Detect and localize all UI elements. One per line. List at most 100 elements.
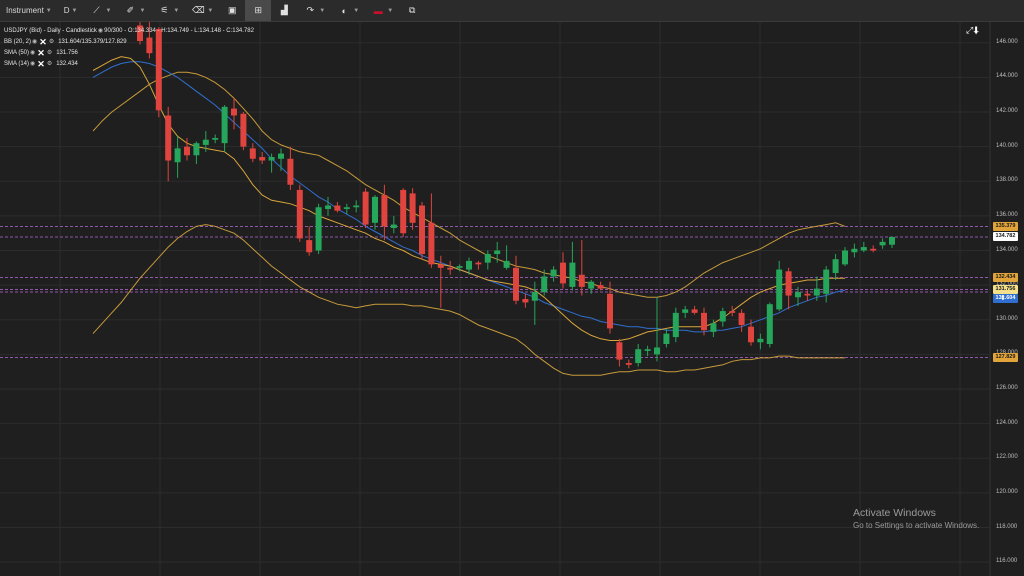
candle-body <box>569 262 576 287</box>
candle-body <box>343 207 350 209</box>
chart-area[interactable] <box>0 22 1024 576</box>
candle-body <box>400 189 407 234</box>
price-tag: 127.829 <box>993 352 1018 362</box>
price-axis-label: 126.000 <box>996 385 1018 392</box>
gear-icon[interactable]: ⚙ <box>47 48 52 59</box>
candle-body <box>813 288 820 296</box>
remove-icon[interactable]: ✕ <box>37 48 45 59</box>
chevron-down-icon: ▼ <box>387 7 394 14</box>
price-tag: 132.434 <box>993 273 1018 283</box>
timeframe-label: D <box>63 6 70 15</box>
candle-body <box>672 312 679 338</box>
candle-body <box>785 271 792 296</box>
candle-body <box>437 264 444 268</box>
gear-icon[interactable]: ⚙ <box>49 37 54 48</box>
candle-body <box>663 333 670 345</box>
candle-body <box>635 349 642 364</box>
instrument-label: Instrument <box>6 6 44 15</box>
pencil-button[interactable]: ✐ ▼ <box>117 0 151 21</box>
remove-icon[interactable]: ✕ <box>37 59 45 70</box>
layout-button[interactable]: ▣ <box>219 0 245 21</box>
candle-body <box>212 137 219 140</box>
candle-body <box>541 276 548 293</box>
auto-scale-icon[interactable]: ⬍ <box>1000 294 1006 302</box>
remove-icon[interactable]: ✕ <box>39 37 47 48</box>
language-button[interactable]: ▬ ▼ <box>365 0 399 21</box>
candle-body <box>729 311 736 313</box>
eye-icon[interactable]: ◉ <box>98 26 103 37</box>
gear-icon[interactable]: ⚙ <box>47 59 52 70</box>
candle-body <box>625 363 632 365</box>
watermark-title: Activate Windows <box>853 507 936 519</box>
multi-chart-icon: ⊞ <box>254 5 263 15</box>
activate-windows-watermark: Activate Windows Go to Settings to activ… <box>853 507 979 530</box>
candle-body <box>494 250 501 254</box>
candle-body <box>372 196 378 223</box>
candle-body <box>889 236 895 245</box>
candle-body <box>701 312 707 331</box>
instrument-dropdown[interactable]: Instrument ▼ <box>0 0 58 21</box>
legend-title: USDJPY (Bid) - Daily - Candlestick <box>4 28 97 34</box>
candle-body <box>531 292 538 301</box>
top-toolbar: Instrument ▼ D ▼ ⟋ ▼ ✐ ▼ ⚟ ▼ ⌫ ▼ ▣ ⊞ ▟ ↷ ▼ ◐ ▼ ▬… <box>0 0 1024 22</box>
candle-body <box>362 191 369 225</box>
candle-body <box>860 247 867 251</box>
timeframe-dropdown[interactable]: D ▼ <box>58 0 84 21</box>
trash-icon: ⌫ <box>191 5 205 15</box>
fullscreen-icon[interactable]: ⤢⬇ <box>966 25 979 36</box>
eye-icon[interactable]: ◉ <box>30 48 35 59</box>
eye-icon[interactable]: ◉ <box>32 37 37 48</box>
multi-chart-button[interactable]: ⊞ <box>245 0 272 21</box>
chevron-down-icon: ▼ <box>105 7 112 14</box>
candle-body <box>654 347 660 355</box>
share-button[interactable]: ↷ ▼ <box>297 0 331 21</box>
candle-body <box>268 157 275 161</box>
legend-indicator-bb: BB (20, 2) ◉ ✕ ⚙ 131.604/135.379/127.829 <box>4 37 254 48</box>
trash-button[interactable]: ⌫ ▼ <box>185 0 219 21</box>
candle-body <box>588 281 595 289</box>
theme-button[interactable]: ◐ ▼ <box>331 0 365 21</box>
candle-body <box>851 248 858 253</box>
candle-body <box>710 323 717 332</box>
candle-body <box>776 269 783 310</box>
candle-body <box>682 309 689 313</box>
eye-icon[interactable]: ◉ <box>30 59 35 70</box>
price-chart[interactable] <box>0 22 1024 576</box>
indicators-button[interactable]: ⚟ ▼ <box>151 0 185 21</box>
candle-body <box>278 153 284 159</box>
legend-indicator-sma50: SMA (50) ◉ ✕ ⚙ 131.756 <box>4 48 254 59</box>
candle-body <box>616 342 623 360</box>
candle-body <box>550 269 557 277</box>
candle-body <box>738 312 745 325</box>
candle-body <box>221 106 228 144</box>
draw-line-button[interactable]: ⟋ ▼ <box>83 0 117 21</box>
theme-icon: ◐ <box>341 5 347 16</box>
watermark-subtitle: Go to Settings to activate Windows. <box>853 521 980 530</box>
legend-title-row: USDJPY (Bid) - Daily - Candlestick ◉ 90/… <box>4 26 254 37</box>
candle-body <box>879 241 886 246</box>
price-tag: 134.782 <box>993 232 1018 242</box>
candle-body <box>390 224 397 229</box>
indicators-icon: ⚟ <box>160 5 169 15</box>
candle-body <box>381 195 388 227</box>
price-axis-label: 124.000 <box>996 419 1018 426</box>
candle-body <box>202 139 209 145</box>
candle-body <box>447 267 454 270</box>
price-tag: 131.756 <box>993 284 1018 294</box>
candle-body <box>766 304 773 345</box>
layout-icon: ▣ <box>228 5 237 15</box>
candle-body <box>249 148 256 159</box>
candle-body <box>795 292 801 298</box>
candle-body <box>296 189 303 239</box>
price-axis-label: 142.000 <box>996 108 1018 115</box>
price-axis-label: 122.000 <box>996 454 1018 461</box>
popout-button[interactable]: ⧉ <box>399 0 425 21</box>
price-axis-label: 146.000 <box>996 38 1018 45</box>
candle-body <box>287 158 294 185</box>
bar-chart-button[interactable]: ▟ <box>271 0 297 21</box>
candle-body <box>315 207 322 251</box>
candle-body <box>597 285 604 289</box>
candle-body <box>334 205 341 211</box>
candle-body <box>466 260 472 270</box>
chevron-down-icon: ▼ <box>319 7 326 14</box>
